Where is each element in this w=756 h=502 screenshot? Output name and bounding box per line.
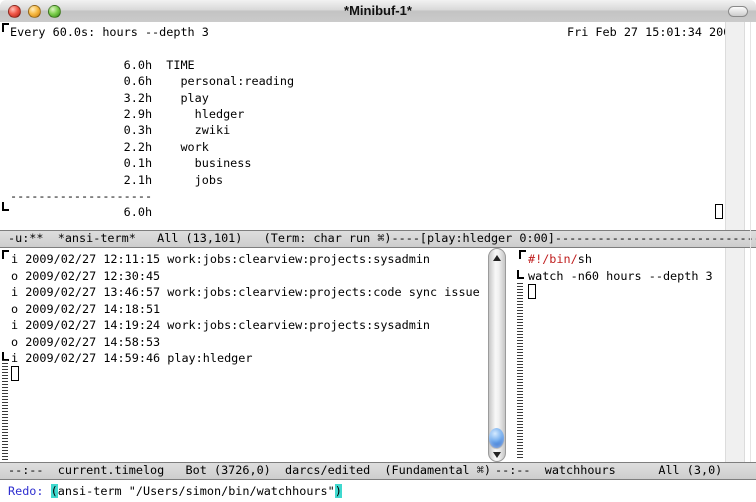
empty-lines-fringe-icon	[517, 283, 523, 459]
report-line[interactable]: 0.6h personal:reading	[10, 73, 294, 89]
matched-paren-open: (	[51, 484, 58, 498]
scrollbar-timelog[interactable]	[488, 248, 506, 462]
modeline-watchhours[interactable]: --:-- watchhours All (3,0)	[489, 462, 756, 480]
terminal-cursor	[715, 204, 723, 219]
report-line[interactable]: 2.1h jobs	[10, 172, 223, 188]
buffer-end-fringe-icon	[2, 202, 9, 211]
timelog-cursor	[11, 366, 19, 381]
scrollbar-track-right[interactable]	[725, 248, 745, 462]
buffer-start-fringe-icon	[519, 250, 526, 259]
emacs-window: *Minibuf-1* Every 60.0s: hours --depth 3…	[0, 0, 756, 502]
shebang-shell: sh	[578, 252, 592, 266]
scrollbar-thumb[interactable]	[489, 428, 504, 448]
report-line[interactable]: 0.1h business	[10, 155, 251, 171]
redo-label: Redo:	[8, 484, 51, 498]
timelog-entry[interactable]: i 2009/02/27 13:46:57 work:jobs:clearvie…	[11, 284, 480, 300]
watch-timestamp[interactable]: Fri Feb 27 15:01:34 2009	[567, 24, 737, 40]
timelog-entry[interactable]: o 2009/02/27 14:58:53	[11, 334, 160, 350]
buffer-end-fringe-icon	[517, 270, 524, 279]
report-line[interactable]: 2.9h hledger	[10, 106, 244, 122]
timelog-entry[interactable]: i 2009/02/27 14:59:46 play:hledger	[11, 350, 252, 366]
report-total-line[interactable]: 6.0h	[10, 204, 152, 220]
scroll-down-arrow-icon[interactable]	[493, 452, 501, 458]
scrollbar-track-top[interactable]	[725, 22, 745, 230]
buffer-start-fringe-icon	[2, 250, 9, 259]
timelog-entry[interactable]: i 2009/02/27 14:19:24 work:jobs:clearvie…	[11, 317, 430, 333]
timelog-entry[interactable]: o 2009/02/27 14:18:51	[11, 301, 160, 317]
timelog-entry[interactable]: i 2009/02/27 12:11:15 work:jobs:clearvie…	[11, 251, 430, 267]
empty-lines-fringe-icon	[2, 360, 8, 460]
titlebar[interactable]: *Minibuf-1*	[0, 0, 756, 23]
modeline-timelog[interactable]: --:-- current.timelog Bot (3726,0) darcs…	[0, 462, 489, 480]
report-line[interactable]: 3.2h play	[10, 90, 209, 106]
script-command-line[interactable]: watch -n60 hours --depth 3	[528, 268, 713, 284]
shebang-line[interactable]: #!/bin/sh	[528, 251, 592, 267]
timelog-pane[interactable]: i 2009/02/27 12:11:15 work:jobs:clearvie…	[0, 248, 488, 462]
watchhours-pane[interactable]: #!/bin/sh watch -n60 hours --depth 3	[508, 248, 725, 462]
echo-command-text: ansi-term "/Users/simon/bin/watchhours"	[58, 484, 335, 498]
ansi-term-pane[interactable]: Every 60.0s: hours --depth 3 Fri Feb 27 …	[0, 22, 756, 230]
buffer-start-fringe-icon	[2, 23, 9, 32]
report-line[interactable]: 6.0h TIME	[10, 57, 195, 73]
matched-paren-close: )	[335, 484, 342, 498]
timelog-entry[interactable]: o 2009/02/27 12:30:45	[11, 268, 160, 284]
shebang-interpreter: #!/bin/	[528, 252, 578, 266]
watch-command-line[interactable]: Every 60.0s: hours --depth 3	[10, 24, 209, 40]
report-line[interactable]: 2.2h work	[10, 139, 209, 155]
report-line[interactable]: 0.3h zwiki	[10, 122, 230, 138]
scroll-up-arrow-icon[interactable]	[493, 255, 501, 261]
window-title: *Minibuf-1*	[0, 3, 756, 18]
frame-edge-line	[750, 22, 751, 480]
script-cursor	[528, 284, 536, 299]
minibuffer-echo-area[interactable]: Redo: (ansi-term "/Users/simon/bin/watch…	[8, 483, 342, 500]
modeline-ansi-term[interactable]: -u:** *ansi-term* All (13,101) (Term: ch…	[0, 230, 756, 248]
toolbar-toggle-button[interactable]	[728, 6, 748, 17]
report-separator-line[interactable]: --------------------	[10, 188, 152, 204]
